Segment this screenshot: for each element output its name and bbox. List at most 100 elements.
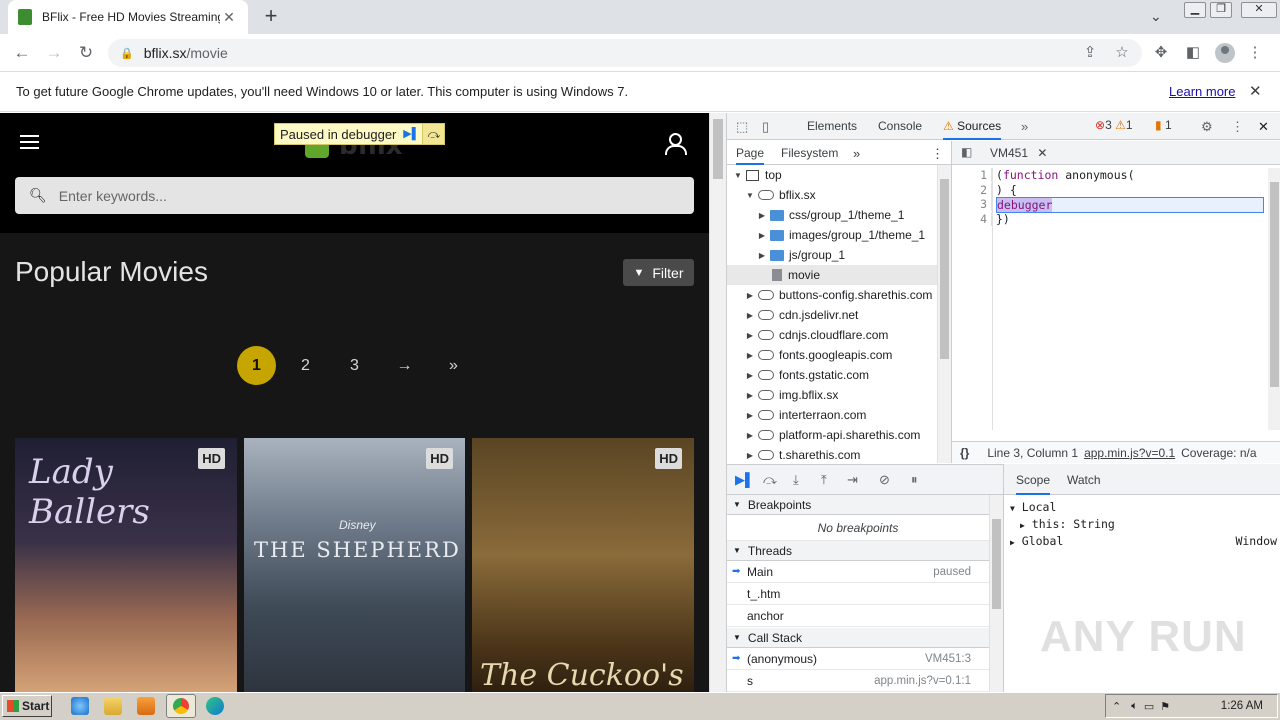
- scrollbar-thumb[interactable]: [1270, 182, 1279, 387]
- tree-item[interactable]: ▶ img.bflix.sx: [727, 385, 937, 405]
- step-into-icon[interactable]: ⤓: [793, 472, 799, 488]
- step-over-icon[interactable]: ⤼: [763, 472, 777, 488]
- tab-elements[interactable]: Elements: [807, 113, 857, 140]
- tab-close-button[interactable]: ✕: [220, 9, 238, 26]
- tree-scrollbar[interactable]: [937, 165, 951, 463]
- editor-tab-vm451[interactable]: VM451 ✕: [990, 146, 1047, 160]
- media-player-icon[interactable]: [137, 697, 155, 715]
- inspect-element-icon[interactable]: ⬚: [736, 119, 748, 135]
- next-page-button[interactable]: →: [385, 346, 424, 385]
- tab-console[interactable]: Console: [878, 113, 922, 140]
- line-number[interactable]: 3: [952, 197, 992, 211]
- more-tabs-icon[interactable]: »: [1021, 119, 1028, 134]
- devtools-menu-icon[interactable]: ⋮: [1231, 119, 1244, 135]
- network-icon[interactable]: ▭: [1144, 700, 1154, 713]
- callstack-frame[interactable]: ➡ (anonymous) VM451:3: [727, 648, 989, 670]
- internet-explorer-icon[interactable]: [71, 697, 89, 715]
- forward-icon[interactable]: →: [42, 42, 66, 64]
- tree-item[interactable]: ▶ fonts.gstatic.com: [727, 365, 937, 385]
- tree-item[interactable]: ▶ js/group_1: [727, 245, 937, 265]
- line-number[interactable]: 2: [952, 182, 992, 197]
- step-icon[interactable]: ⇥: [847, 472, 858, 488]
- more-navigator-icon[interactable]: »: [853, 146, 860, 161]
- issues-badge[interactable]: ▮ 1: [1155, 118, 1172, 132]
- source-map-link[interactable]: app.min.js?v=0.1: [1084, 446, 1175, 460]
- user-account-icon[interactable]: [664, 133, 687, 155]
- thread-row[interactable]: t_.htm: [727, 583, 989, 605]
- hamburger-menu-icon[interactable]: [20, 135, 39, 149]
- sidepanel-icon[interactable]: ◧: [1183, 43, 1203, 63]
- movie-poster[interactable]: Disney THE SHEPHERD HD: [244, 438, 465, 692]
- last-page-button[interactable]: »: [434, 346, 473, 385]
- tree-item[interactable]: ▼ top: [727, 165, 937, 185]
- pause-on-exceptions-icon[interactable]: ⏸: [911, 472, 918, 488]
- page-1-button[interactable]: 1: [237, 346, 276, 385]
- tab-watch[interactable]: Watch: [1067, 473, 1101, 487]
- back-icon[interactable]: ←: [10, 42, 34, 64]
- editor-scrollbar[interactable]: [1268, 168, 1280, 430]
- learn-more-link[interactable]: Learn more: [1169, 84, 1235, 99]
- edge-icon[interactable]: [206, 697, 224, 715]
- settings-gear-icon[interactable]: ⚙: [1201, 119, 1213, 135]
- scope-this[interactable]: ▶ this: String: [1020, 517, 1115, 531]
- navigator-menu-icon[interactable]: ⋮: [931, 146, 944, 162]
- search-input[interactable]: [58, 187, 659, 204]
- tab-search-icon[interactable]: ⌄: [1150, 8, 1162, 25]
- tray-expand-icon[interactable]: ⌃: [1112, 700, 1121, 713]
- tree-item[interactable]: ▶ t.sharethis.com: [727, 445, 937, 463]
- scrollbar-thumb[interactable]: [713, 119, 723, 179]
- tree-item[interactable]: ▶ buttons-config.sharethis.com: [727, 285, 937, 305]
- thread-row[interactable]: ➡ Main paused: [727, 561, 989, 583]
- browser-tab[interactable]: BFlix - Free HD Movies Streaming - W ✕: [8, 0, 248, 34]
- file-explorer-icon[interactable]: [104, 697, 122, 715]
- flag-icon[interactable]: ⚑: [1160, 700, 1170, 713]
- deactivate-breakpoints-icon[interactable]: ⊘: [879, 472, 890, 488]
- tab-filesystem[interactable]: Filesystem: [781, 146, 838, 160]
- page-2-button[interactable]: 2: [286, 346, 325, 385]
- resume-icon[interactable]: ▶▌: [735, 472, 754, 488]
- callstack-header[interactable]: ▼ Call Stack: [727, 628, 989, 648]
- page-3-button[interactable]: 3: [335, 346, 374, 385]
- device-toolbar-icon[interactable]: ▯: [762, 119, 769, 135]
- thread-row[interactable]: anchor: [727, 605, 989, 627]
- movie-poster[interactable]: The Cuckoo's Curse HD: [472, 438, 694, 692]
- close-tab-icon[interactable]: ✕: [1037, 146, 1047, 160]
- breakpoints-header[interactable]: ▼ Breakpoints: [727, 495, 989, 515]
- menu-icon[interactable]: ⋮: [1245, 43, 1265, 63]
- tree-item[interactable]: ▶ css/group_1/theme_1: [727, 205, 937, 225]
- new-tab-button[interactable]: +: [258, 4, 284, 30]
- movie-poster[interactable]: Lady Ballers HD: [15, 438, 237, 692]
- filter-button[interactable]: ▼ Filter: [623, 259, 694, 286]
- star-icon[interactable]: ☆: [1112, 43, 1132, 63]
- tree-item[interactable]: ▶ platform-api.sharethis.com: [727, 425, 937, 445]
- line-number[interactable]: 4: [952, 211, 992, 226]
- volume-icon[interactable]: 🔈︎: [1131, 700, 1138, 713]
- callstack-frame[interactable]: s app.min.js?v=0.1:1: [727, 670, 989, 692]
- step-out-icon[interactable]: ⤒: [821, 472, 827, 488]
- error-count-badge[interactable]: ⊗3 ⚠1: [1095, 118, 1133, 132]
- tree-item[interactable]: ▼ bflix.sx: [727, 185, 937, 205]
- scope-local[interactable]: ▼ Local: [1010, 500, 1056, 514]
- close-devtools-icon[interactable]: ✕: [1258, 119, 1269, 135]
- pretty-print-icon[interactable]: {}: [960, 446, 969, 460]
- scrollbar-thumb[interactable]: [992, 519, 1001, 609]
- scrollbar-thumb[interactable]: [940, 179, 949, 359]
- tree-item[interactable]: ▶ cdn.jsdelivr.net: [727, 305, 937, 325]
- tree-item[interactable]: ▶ images/group_1/theme_1: [727, 225, 937, 245]
- page-scrollbar[interactable]: [709, 113, 726, 692]
- share-icon[interactable]: ⇪: [1080, 43, 1100, 63]
- chrome-taskbar-button[interactable]: [166, 694, 196, 718]
- tree-item[interactable]: ▶ interterraon.com: [727, 405, 937, 425]
- extensions-icon[interactable]: ✥: [1151, 43, 1171, 63]
- restore-button[interactable]: ❐: [1210, 2, 1232, 18]
- code-area[interactable]: 1 (function anonymous(2) {3 debugger 4}): [952, 168, 1268, 430]
- address-bar[interactable]: 🔒 bflix.sx/movie: [108, 39, 1142, 67]
- start-button[interactable]: Start: [2, 695, 52, 717]
- step-over-icon[interactable]: ⤼: [422, 124, 445, 144]
- close-window-button[interactable]: ✕: [1241, 2, 1277, 18]
- infobar-close-button[interactable]: ✕: [1249, 82, 1262, 100]
- tree-item[interactable]: movie: [727, 265, 937, 285]
- tab-page[interactable]: Page: [736, 146, 765, 165]
- tab-scope[interactable]: Scope: [1016, 473, 1051, 495]
- tab-sources[interactable]: ⚠ Sources: [943, 113, 1002, 140]
